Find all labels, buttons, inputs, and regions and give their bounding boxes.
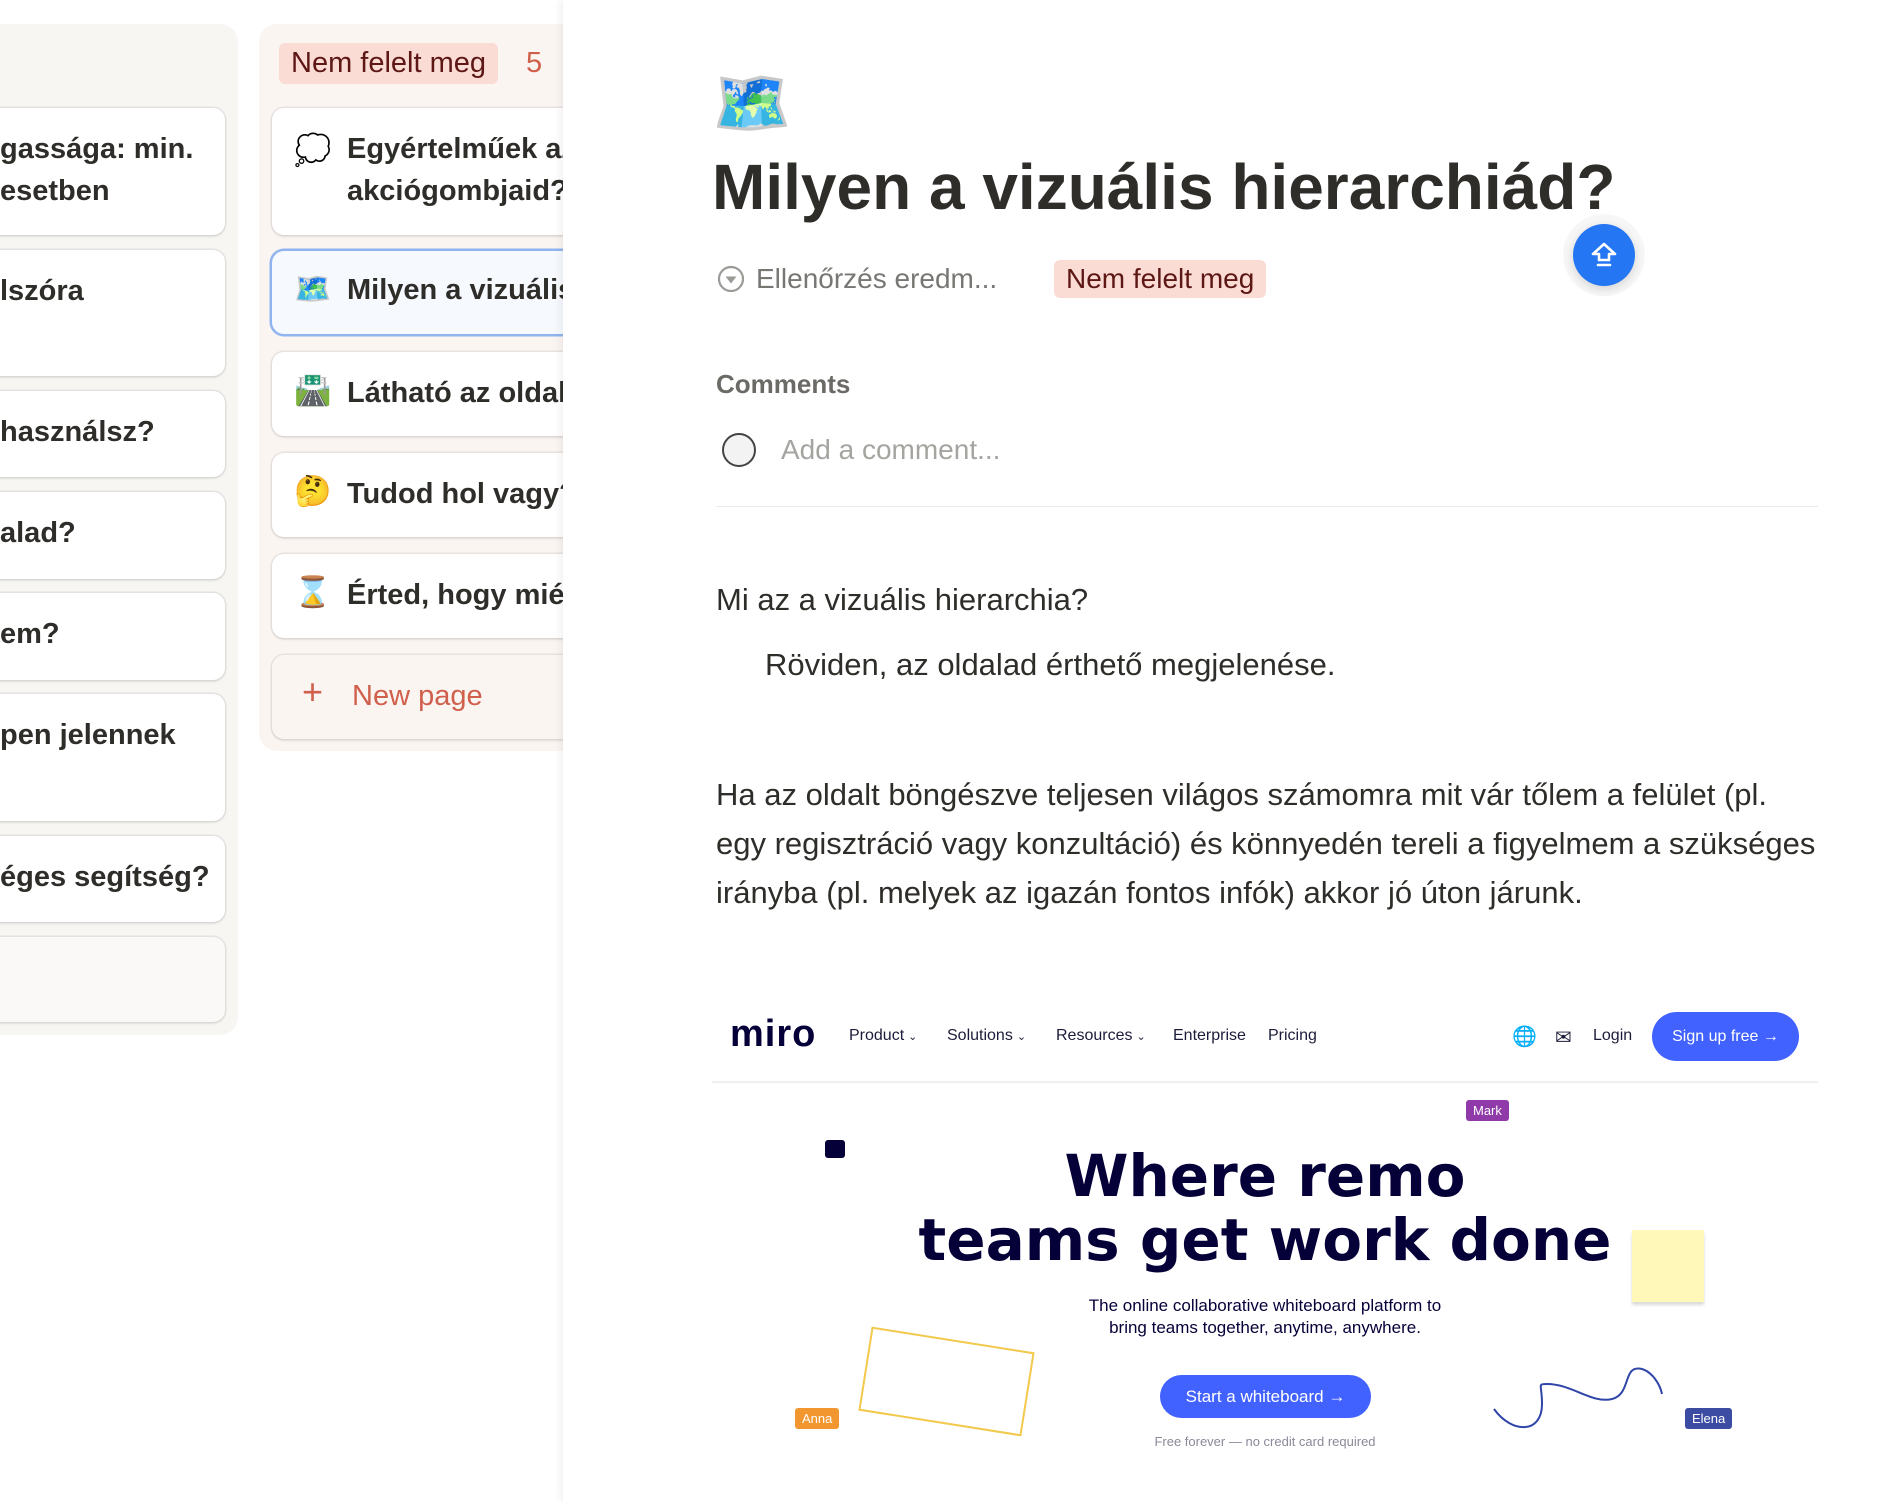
board-card[interactable]: lszóra bbox=[0, 250, 225, 376]
nav-login: Login bbox=[1593, 1027, 1633, 1044]
board-card[interactable]: alad? bbox=[0, 492, 225, 579]
card-title: Milyen a vizuális bbox=[347, 274, 575, 306]
group-label: Nem felelt meg bbox=[279, 43, 499, 84]
comments-heading: Comments bbox=[716, 369, 851, 399]
property-row: Ellenőrzés eredm... Nem felelt meg bbox=[716, 260, 1267, 298]
card-illustration bbox=[858, 1326, 1035, 1437]
board-card[interactable]: 💭 Egyértelműek az akciógombjaid? bbox=[272, 108, 602, 235]
board-card[interactable]: pen jelennek bbox=[0, 694, 225, 821]
board-card[interactable] bbox=[0, 937, 225, 1022]
miro-note: Free forever — no credit card required bbox=[1154, 1434, 1376, 1449]
board-card[interactable]: em? bbox=[0, 593, 225, 680]
upload-icon bbox=[1591, 242, 1617, 267]
card-title: Érted, hogy miért bbox=[347, 579, 586, 611]
cursor-label-anna: Anna bbox=[795, 1408, 840, 1429]
sticky-note bbox=[1632, 1230, 1704, 1302]
group-header: Nem felelt meg 5 bbox=[279, 43, 542, 84]
card-title: használsz? bbox=[0, 416, 155, 448]
status-property-icon bbox=[717, 265, 745, 293]
comment-input[interactable]: Add a comment... bbox=[781, 434, 1000, 466]
nav-pricing: Pricing bbox=[1268, 1027, 1317, 1044]
card-title: Egyértelműek az akciógombjaid? bbox=[347, 133, 576, 207]
nav-resources: Resources ⌄ bbox=[1056, 1027, 1146, 1044]
group-count: 5 bbox=[526, 47, 543, 79]
globe-icon: 🌐 bbox=[1512, 1026, 1537, 1048]
miro-nav-divider bbox=[712, 1081, 1818, 1083]
board-card-selected[interactable]: 🗺️ Milyen a vizuális bbox=[272, 251, 602, 334]
thinking-face-icon: 🤔 bbox=[294, 475, 332, 508]
card-title: pen jelennek bbox=[0, 719, 176, 751]
page-title[interactable]: Milyen a vizuális hierarchiád? bbox=[712, 150, 1615, 224]
divider bbox=[716, 506, 1818, 507]
nav-product: Product ⌄ bbox=[849, 1027, 918, 1044]
board-card[interactable]: ⌛ Érted, hogy miért bbox=[272, 554, 602, 638]
body-paragraph: Ha az oldalt böngészve teljesen világos … bbox=[716, 777, 1816, 910]
share-upload-button[interactable] bbox=[1573, 224, 1635, 286]
cursor-label-elena: Elena bbox=[1685, 1408, 1733, 1429]
nav-solutions: Solutions ⌄ bbox=[947, 1027, 1027, 1044]
new-page-label: New page bbox=[352, 680, 483, 712]
card-title: em? bbox=[0, 618, 60, 650]
card-title: lszóra bbox=[0, 275, 84, 307]
miro-logo: miro bbox=[730, 1013, 817, 1055]
card-title: éges segítség? bbox=[0, 861, 210, 893]
mail-icon: ✉ bbox=[1555, 1027, 1572, 1049]
card-title: gassága: min. esetben bbox=[0, 133, 194, 207]
hourglass-icon: ⌛ bbox=[294, 576, 332, 609]
question-text: Mi az a vizuális hierarchia? bbox=[716, 582, 1089, 617]
new-page-button[interactable]: + New page bbox=[272, 655, 602, 739]
property-value-badge[interactable]: Nem felelt meg bbox=[1054, 260, 1267, 298]
nav-enterprise: Enterprise bbox=[1173, 1027, 1246, 1044]
world-map-icon: 🗺️ bbox=[294, 273, 332, 306]
property-label: Ellenőrzés eredm... bbox=[756, 263, 998, 294]
motorway-icon: 🛣️ bbox=[294, 374, 332, 407]
board-card[interactable]: gassága: min. esetben bbox=[0, 108, 225, 235]
avatar bbox=[722, 433, 756, 467]
miro-screenshot-image: miro Product ⌄ Solutions ⌄ Resources ⌄ Ente… bbox=[712, 999, 1818, 1502]
page-icon[interactable]: 🗺️ bbox=[712, 66, 792, 141]
start-whiteboard-button: Start a whiteboard → bbox=[1160, 1375, 1371, 1418]
plus-icon: + bbox=[302, 671, 324, 712]
card-title: alad? bbox=[0, 517, 76, 549]
answer-text: Röviden, az oldalad érthető megjelenése. bbox=[765, 647, 1336, 682]
board-card[interactable]: éges segítség? bbox=[0, 836, 225, 922]
thought-balloon-icon: 💭 bbox=[294, 134, 332, 167]
cursor-label-mark: Mark bbox=[1466, 1100, 1509, 1121]
board-card[interactable]: használsz? bbox=[0, 391, 225, 477]
signup-button: Sign up free → bbox=[1652, 1012, 1799, 1061]
card-title: Tudod hol vagy? bbox=[347, 478, 577, 510]
card-title: Látható az oldal bbox=[347, 377, 567, 409]
board-card[interactable]: 🛣️ Látható az oldal bbox=[272, 352, 602, 436]
squiggle-drawing bbox=[1493, 1367, 1663, 1429]
board-card[interactable]: 🤔 Tudod hol vagy? bbox=[272, 453, 602, 537]
